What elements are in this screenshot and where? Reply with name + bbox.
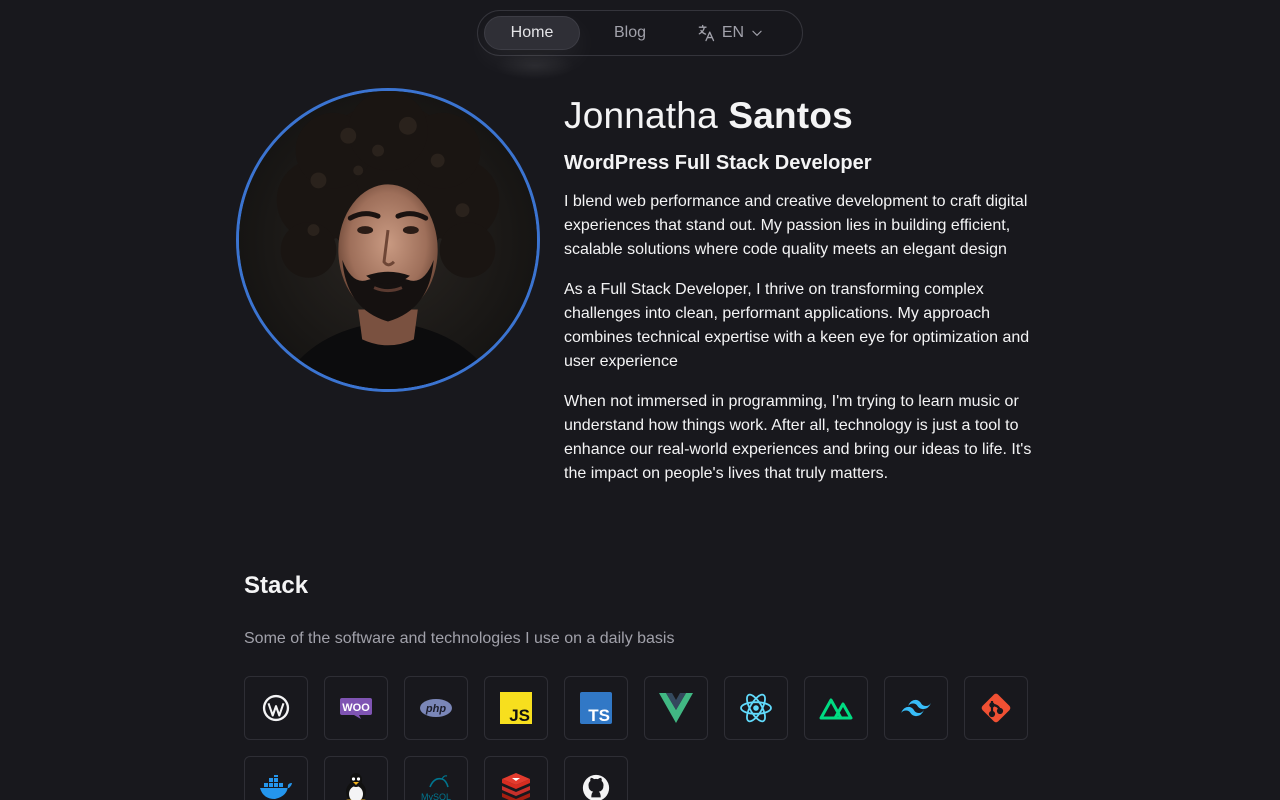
top-nav: Home Blog EN <box>477 10 803 56</box>
tech-redis[interactable] <box>484 756 548 800</box>
tech-docker[interactable] <box>244 756 308 800</box>
tech-git[interactable] <box>964 676 1028 740</box>
tech-wordpress[interactable] <box>244 676 308 740</box>
chevron-down-icon <box>750 26 764 40</box>
vue-icon <box>659 693 693 723</box>
page-title: Jonnatha Santos <box>564 94 1038 138</box>
docker-icon <box>260 775 292 799</box>
tech-nuxt[interactable] <box>804 676 868 740</box>
github-icon <box>582 774 610 800</box>
woocommerce-icon: WOO <box>340 698 372 719</box>
tech-woocommerce[interactable]: WOO <box>324 676 388 740</box>
tech-mysql[interactable]: MySQL <box>404 756 468 800</box>
bio-paragraph-3: When not immersed in programming, I'm tr… <box>564 393 1032 482</box>
stack-heading: Stack <box>244 572 309 599</box>
bio-paragraph-1: I blend web performance and creative dev… <box>564 193 1028 258</box>
translate-icon <box>696 23 716 43</box>
stack-subtitle: Some of the software and technologies I … <box>244 630 675 647</box>
svg-text:TS: TS <box>588 706 610 724</box>
git-icon <box>981 693 1011 723</box>
javascript-icon: JS <box>500 692 532 724</box>
mysql-icon: MySQL <box>421 775 451 800</box>
tech-php[interactable]: php <box>404 676 468 740</box>
tech-typescript[interactable]: TS <box>564 676 628 740</box>
tech-javascript[interactable]: JS <box>484 676 548 740</box>
last-name: Santos <box>728 95 853 136</box>
profile-avatar <box>236 88 540 392</box>
tech-github[interactable] <box>564 756 628 800</box>
tech-linux[interactable] <box>324 756 388 800</box>
linux-icon <box>346 773 366 800</box>
nav-blog-link[interactable]: Blog <box>580 16 680 50</box>
svg-text:WOO: WOO <box>342 702 370 714</box>
redis-icon <box>502 773 530 800</box>
page: Home Blog EN Jonnatha Santos WordPress F… <box>0 0 1280 800</box>
tech-tailwind[interactable] <box>884 676 948 740</box>
bio-paragraph-2: As a Full Stack Developer, I thrive on t… <box>564 281 1030 370</box>
tailwind-icon <box>901 699 931 717</box>
language-label: EN <box>721 24 745 41</box>
php-icon: php <box>420 699 452 717</box>
tech-vue[interactable] <box>644 676 708 740</box>
language-selector[interactable]: EN <box>680 16 780 50</box>
tech-react[interactable] <box>724 676 788 740</box>
svg-text:php: php <box>425 703 446 715</box>
intro-section: Jonnatha Santos WordPress Full Stack Dev… <box>564 94 1038 486</box>
svg-text:JS: JS <box>509 706 530 724</box>
avatar-illustration <box>239 91 537 389</box>
nav-glow <box>495 52 575 80</box>
nuxt-icon <box>819 698 853 720</box>
react-icon <box>740 693 772 723</box>
job-title: WordPress Full Stack Developer <box>564 152 872 174</box>
svg-text:MySQL: MySQL <box>421 792 451 800</box>
nav-home-link[interactable]: Home <box>484 16 580 50</box>
first-name: Jonnatha <box>564 95 718 136</box>
wordpress-icon <box>262 694 290 722</box>
typescript-icon: TS <box>580 692 612 724</box>
